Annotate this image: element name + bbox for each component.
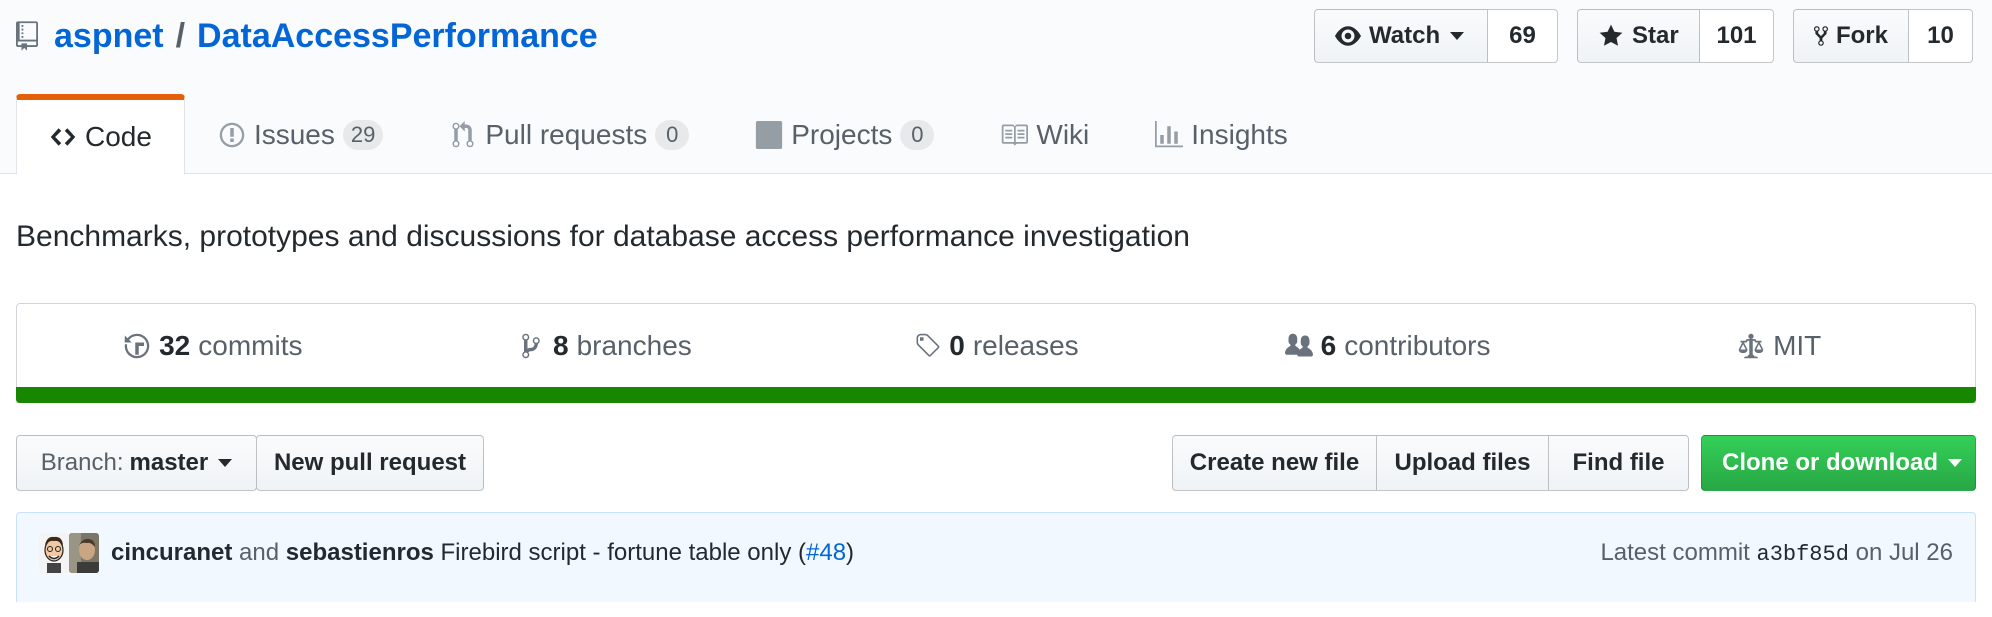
- releases-link[interactable]: 0 releases: [800, 304, 1192, 388]
- pull-requests-counter: 0: [655, 120, 690, 150]
- star-button[interactable]: Star: [1577, 9, 1700, 63]
- contributors-link[interactable]: 6 contributors: [1192, 304, 1584, 388]
- commit-date: on Jul 26: [1855, 539, 1953, 566]
- tab-insights[interactable]: Insights: [1122, 94, 1321, 174]
- chevron-down-icon: [1450, 32, 1465, 40]
- numbers-summary: 32 commits 8 branches 0 releases 6 contr…: [16, 303, 1976, 403]
- commit-sha-link[interactable]: a3bf85d: [1757, 542, 1849, 567]
- star-group: Star 101: [1577, 9, 1774, 63]
- code-icon: [50, 128, 76, 146]
- releases-count: 0: [949, 330, 965, 361]
- create-new-file-button[interactable]: Create new file: [1172, 435, 1377, 491]
- chevron-down-icon: [218, 459, 233, 467]
- new-pull-request-button[interactable]: New pull request: [256, 435, 484, 491]
- tab-pull-requests-label: Pull requests: [485, 119, 648, 150]
- git-branch-icon: [522, 333, 540, 359]
- watch-button[interactable]: Watch: [1314, 9, 1488, 63]
- language-bar[interactable]: [16, 387, 1976, 403]
- commits-link[interactable]: 32 commits: [17, 304, 409, 388]
- chevron-down-icon: [1948, 459, 1962, 467]
- tab-wiki-label: Wiki: [1036, 119, 1090, 150]
- fork-count[interactable]: 10: [1909, 9, 1973, 63]
- tab-code-label: Code: [85, 121, 152, 152]
- fork-group: Fork 10: [1793, 9, 1973, 63]
- contributors-count: 6: [1320, 330, 1337, 361]
- branch-name: master: [129, 449, 209, 476]
- tab-projects[interactable]: Projects 0: [722, 94, 967, 174]
- repo-description: Benchmarks, prototypes and discussions f…: [16, 220, 1190, 253]
- branch-select-button[interactable]: Branch: master: [16, 435, 257, 491]
- avatar[interactable]: [69, 533, 99, 573]
- clone-or-download-button[interactable]: Clone or download: [1701, 435, 1976, 491]
- law-icon: [1738, 333, 1764, 359]
- book-icon: [1002, 124, 1029, 146]
- tab-wiki[interactable]: Wiki: [967, 94, 1122, 174]
- commit-pr-link[interactable]: #48: [806, 539, 846, 566]
- commit-tease: cincuranet and sebastienros Firebird scr…: [16, 512, 1976, 602]
- watch-group: Watch 69: [1314, 9, 1558, 63]
- file-navigation: Branch: master New pull request Create n…: [16, 435, 1976, 491]
- history-icon: [124, 333, 150, 359]
- eye-icon: [1335, 26, 1361, 46]
- branches-count: 8: [553, 330, 569, 361]
- commit-summary: cincuranet and sebastienros Firebird scr…: [111, 539, 854, 567]
- tab-projects-label: Projects: [791, 119, 893, 150]
- commit-author-link[interactable]: sebastienros: [286, 539, 434, 566]
- issue-opened-icon: [219, 122, 245, 148]
- latest-commit-label: Latest commit: [1600, 539, 1750, 566]
- commit-message-end: ): [846, 539, 855, 566]
- latest-commit-meta: Latest commit a3bf85d on Jul 26: [1600, 539, 1953, 567]
- star-icon: [1599, 24, 1623, 46]
- issues-counter: 29: [342, 120, 384, 150]
- commit-author-link[interactable]: cincuranet: [111, 539, 232, 566]
- watch-count[interactable]: 69: [1488, 9, 1558, 63]
- branches-label: branches: [576, 330, 692, 361]
- commits-label: commits: [198, 330, 303, 361]
- clone-or-download-label: Clone or download: [1722, 449, 1938, 476]
- tab-insights-label: Insights: [1191, 119, 1288, 150]
- organization-icon: [1284, 333, 1313, 357]
- fork-label: Fork: [1835, 22, 1888, 49]
- commit-avatars: [39, 533, 99, 573]
- fork-button[interactable]: Fork: [1793, 9, 1909, 63]
- tab-issues-label: Issues: [253, 119, 335, 150]
- graph-icon: [1155, 121, 1184, 148]
- repo-nav: Code Issues 29 Pull requests 0 Projects …: [16, 94, 1321, 175]
- fork-icon: [1814, 26, 1828, 46]
- tag-icon: [916, 333, 940, 357]
- watch-label: Watch: [1369, 22, 1441, 49]
- find-file-button[interactable]: Find file: [1549, 435, 1689, 491]
- file-actions: Create new file Upload files Find file C…: [1172, 435, 1976, 491]
- license-link[interactable]: MIT: [1583, 304, 1975, 388]
- projects-counter: 0: [900, 120, 935, 150]
- upload-files-button[interactable]: Upload files: [1377, 435, 1549, 491]
- star-label: Star: [1632, 22, 1679, 49]
- summary-row: 32 commits 8 branches 0 releases 6 contr…: [17, 304, 1975, 388]
- pagehead-actions: Watch 69 Star 101 Fork 10: [0, 9, 1992, 63]
- avatar-sebastienros-image: [69, 533, 99, 573]
- commits-count: 32: [159, 330, 191, 361]
- tab-code[interactable]: Code: [16, 94, 185, 175]
- branch-prefix: Branch:: [40, 449, 124, 476]
- repository-header: aspnet / DataAccessPerformance Watch 69 …: [0, 0, 1992, 175]
- license-label: MIT: [1773, 330, 1822, 361]
- commit-and: and: [239, 539, 280, 566]
- project-icon: [756, 121, 783, 149]
- contributors-label: contributors: [1344, 330, 1491, 361]
- branches-link[interactable]: 8 branches: [409, 304, 801, 388]
- git-pull-request-icon: [452, 121, 474, 148]
- star-count[interactable]: 101: [1700, 9, 1774, 63]
- commit-message-link[interactable]: Firebird script - fortune table only (: [441, 539, 806, 566]
- tab-pull-requests[interactable]: Pull requests 0: [416, 94, 722, 174]
- avatar-cincuranet-image: [39, 533, 69, 573]
- avatar[interactable]: [39, 533, 69, 573]
- tab-issues[interactable]: Issues 29: [185, 94, 416, 174]
- releases-label: releases: [972, 330, 1079, 361]
